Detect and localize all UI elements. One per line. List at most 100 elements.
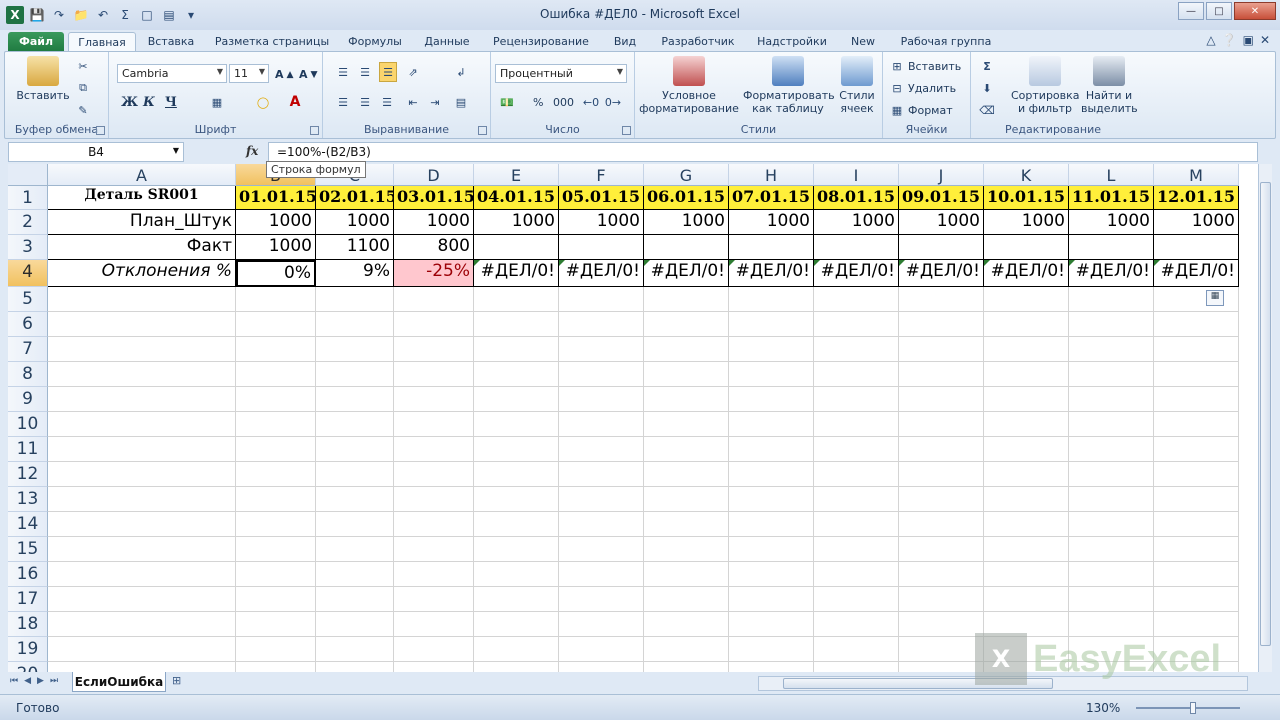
cell-j10[interactable] [899,412,984,437]
row-header-10[interactable]: 10 [8,412,48,437]
cell-l10[interactable] [1069,412,1154,437]
format-cells-button[interactable]: ▦ Формат [889,100,953,120]
column-header-f[interactable]: F [559,164,644,186]
cell-h14[interactable] [729,512,814,537]
cell-k10[interactable] [984,412,1069,437]
cell-g19[interactable] [644,637,729,662]
cell-d12[interactable] [394,462,474,487]
tab-data[interactable]: Данные [418,32,476,52]
cell-c1[interactable]: 02.01.15 [316,186,394,210]
cell-f19[interactable] [559,637,644,662]
column-header-e[interactable]: E [474,164,559,186]
cell-i2[interactable]: 1000 [814,210,899,235]
cell-d18[interactable] [394,612,474,637]
cell-d8[interactable] [394,362,474,387]
cell-b4[interactable]: 0% [236,260,316,287]
cell-c2[interactable]: 1000 [316,210,394,235]
row-header-5[interactable]: 5 [8,287,48,312]
cell-e15[interactable] [474,537,559,562]
cell-a18[interactable] [48,612,236,637]
align-center-button[interactable]: ☰ [357,92,373,112]
find-select-button[interactable]: Найти и выделить [1081,56,1138,115]
vertical-scrollbar[interactable] [1258,164,1272,676]
cell-h15[interactable] [729,537,814,562]
cell-l11[interactable] [1069,437,1154,462]
align-top-button[interactable]: ☰ [335,62,351,82]
cell-l12[interactable] [1069,462,1154,487]
cell-b5[interactable] [236,287,316,312]
cell-d14[interactable] [394,512,474,537]
column-header-k[interactable]: K [984,164,1069,186]
cell-a19[interactable] [48,637,236,662]
cell-f16[interactable] [559,562,644,587]
decrease-decimal-button[interactable]: 0→ [605,92,621,112]
cell-l7[interactable] [1069,337,1154,362]
cell-d7[interactable] [394,337,474,362]
cell-f9[interactable] [559,387,644,412]
cell-f12[interactable] [559,462,644,487]
cell-j4[interactable]: #ДЕЛ/0! [899,260,984,287]
cell-b17[interactable] [236,587,316,612]
cell-f11[interactable] [559,437,644,462]
tab-addins[interactable]: Надстройки [752,32,832,52]
cell-a15[interactable] [48,537,236,562]
autosum-button[interactable]: Σ [979,56,995,76]
minimize-ribbon-icon[interactable]: △ [1206,33,1215,47]
cell-styles-button[interactable]: Стили ячеек [835,56,879,115]
cell-k7[interactable] [984,337,1069,362]
cell-b15[interactable] [236,537,316,562]
cell-b19[interactable] [236,637,316,662]
increase-decimal-button[interactable]: ←0 [583,92,599,112]
cell-g4[interactable]: #ДЕЛ/0! [644,260,729,287]
bold-button[interactable]: Ж [121,92,138,112]
cell-c18[interactable] [316,612,394,637]
cell-l1[interactable]: 11.01.15 [1069,186,1154,210]
cell-j15[interactable] [899,537,984,562]
cut-button[interactable]: ✂ [75,56,91,76]
cell-a7[interactable] [48,337,236,362]
cell-h4[interactable]: #ДЕЛ/0! [729,260,814,287]
number-format-combo[interactable]: Процентный ▼ [495,64,627,83]
cell-d13[interactable] [394,487,474,512]
cell-d15[interactable] [394,537,474,562]
align-right-button[interactable]: ☰ [379,92,395,112]
cell-j2[interactable]: 1000 [899,210,984,235]
cell-f15[interactable] [559,537,644,562]
cell-e10[interactable] [474,412,559,437]
cell-i11[interactable] [814,437,899,462]
cell-a9[interactable] [48,387,236,412]
font-launcher-icon[interactable] [310,126,319,135]
cell-h19[interactable] [729,637,814,662]
cell-f3[interactable] [559,235,644,260]
cell-h8[interactable] [729,362,814,387]
error-indicator-icon[interactable] [559,260,565,266]
cell-h3[interactable] [729,235,814,260]
insert-function-icon[interactable]: fx [246,144,258,158]
cell-j11[interactable] [899,437,984,462]
paste-button[interactable]: Вставить [13,56,73,102]
cell-e17[interactable] [474,587,559,612]
error-indicator-icon[interactable] [814,260,820,266]
insert-cells-button[interactable]: ⊞ Вставить [889,56,961,76]
cell-j7[interactable] [899,337,984,362]
last-sheet-icon[interactable]: ⏭ [50,676,58,686]
row-header-12[interactable]: 12 [8,462,48,487]
cell-m6[interactable] [1154,312,1239,337]
tab-workgroup[interactable]: Рабочая группа [894,32,998,52]
cell-i1[interactable]: 08.01.15 [814,186,899,210]
row-header-8[interactable]: 8 [8,362,48,387]
cell-g10[interactable] [644,412,729,437]
vertical-scroll-thumb[interactable] [1260,182,1271,646]
cell-m10[interactable] [1154,412,1239,437]
cell-f7[interactable] [559,337,644,362]
cell-c8[interactable] [316,362,394,387]
cell-j9[interactable] [899,387,984,412]
cell-m16[interactable] [1154,562,1239,587]
cell-h2[interactable]: 1000 [729,210,814,235]
close-workbook-icon[interactable]: ✕ [1260,33,1270,47]
cell-e19[interactable] [474,637,559,662]
zoom-slider-thumb[interactable] [1190,702,1196,714]
cell-a12[interactable] [48,462,236,487]
cell-l14[interactable] [1069,512,1154,537]
cell-c16[interactable] [316,562,394,587]
